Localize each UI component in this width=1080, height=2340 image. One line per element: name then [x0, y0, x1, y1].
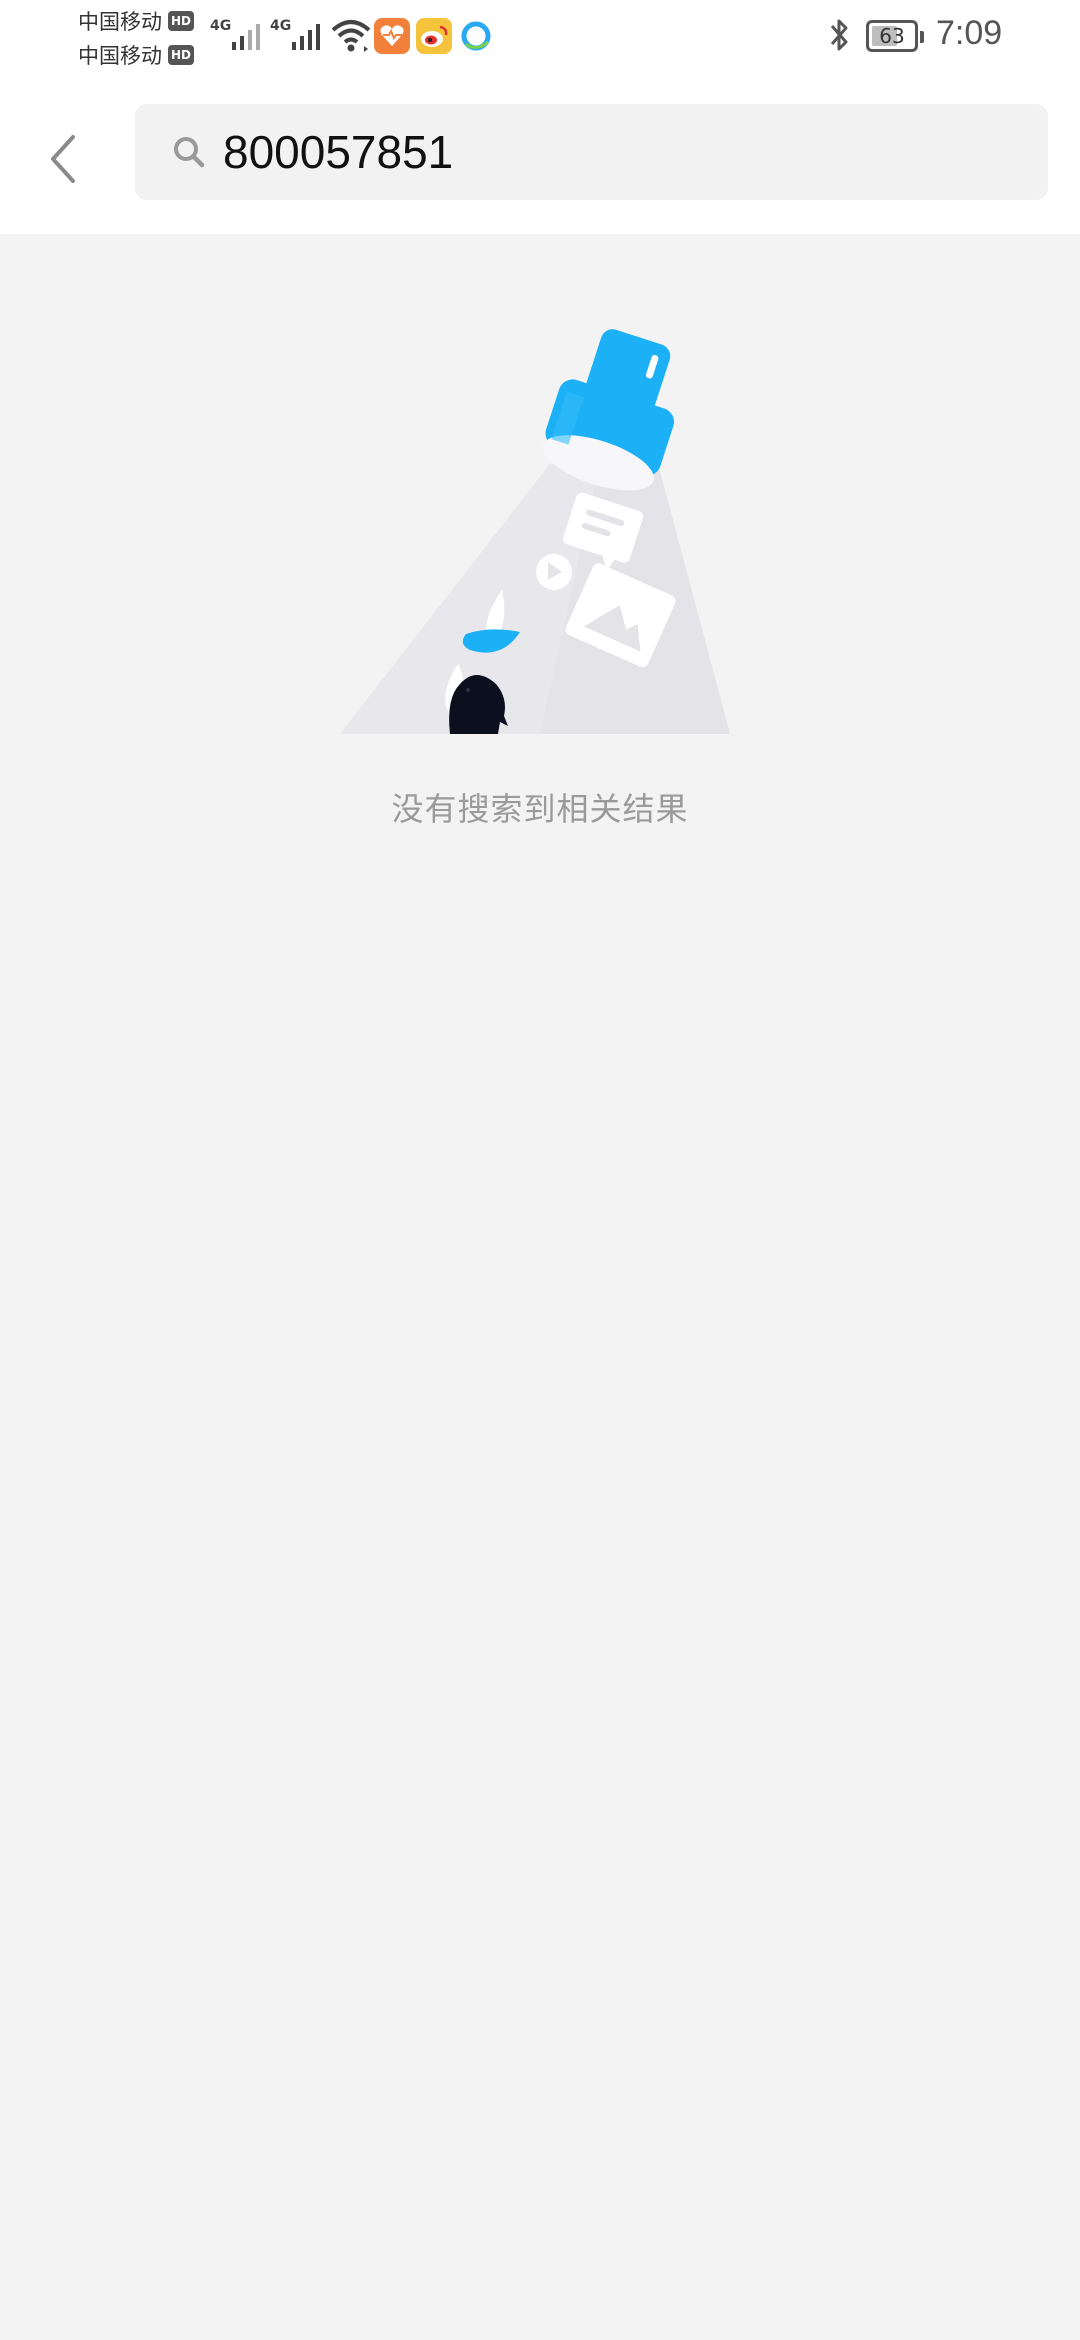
carrier-row: 中国移动 HD	[78, 38, 208, 72]
empty-message: 没有搜索到相关结果	[391, 790, 689, 828]
carrier-name: 中国移动	[78, 10, 162, 34]
search-input[interactable]	[223, 104, 1023, 200]
network-type-label: 4G	[270, 18, 292, 34]
wifi-icon	[331, 20, 371, 52]
back-button[interactable]	[28, 114, 98, 204]
battery-icon: 63	[866, 20, 924, 52]
bluetooth-icon	[830, 19, 848, 51]
hd-badge: HD	[168, 11, 195, 31]
carrier-row: 中国移动 HD	[78, 4, 208, 38]
play-icon	[536, 554, 572, 590]
health-app-icon	[374, 18, 410, 54]
signal-strength-icon	[232, 24, 260, 50]
network-type-label: 4G	[210, 18, 232, 34]
search-icon	[174, 137, 205, 168]
flashlight-empty-illustration	[340, 329, 730, 734]
chevron-left-icon	[51, 135, 75, 183]
hd-badge: HD	[168, 45, 195, 65]
battery-level: 63	[879, 24, 905, 48]
weibo-icon	[416, 18, 452, 54]
carrier-name: 中国移动	[78, 44, 162, 68]
qq-browser-icon	[458, 18, 494, 54]
search-box[interactable]	[135, 104, 1048, 200]
signal-strength-icon	[292, 24, 320, 50]
clock: 7:09	[936, 14, 1003, 52]
search-header	[0, 82, 1080, 234]
status-bar: 中国移动 HD 中国移动 HD 4G 4G 63 7:09	[0, 0, 1080, 82]
carrier-list: 中国移动 HD 中国移动 HD	[78, 4, 208, 72]
